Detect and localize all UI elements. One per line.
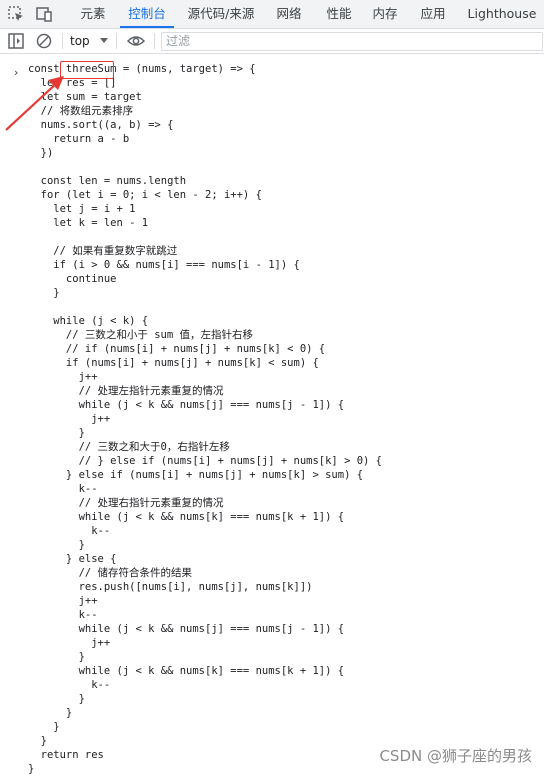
code-line: res.push([nums[i], nums[j], nums[k]]) [28,581,313,593]
code-line: } [28,539,85,551]
code-line: while (j < k && nums[j] === nums[j - 1])… [28,623,345,635]
filter-box [161,32,543,51]
code-line: } [28,721,60,733]
filter-input[interactable] [162,33,536,49]
code-line: // 处理左指针元素重复的情况 [28,385,224,397]
devtools-tabbar: 元素 控制台 源代码/来源 网络 性能 内存 应用 Lighthouse [0,0,544,29]
code-line: while (j < k) { [28,315,149,327]
code-line: j++ [28,413,111,425]
tab-application[interactable]: 应用 [412,0,454,28]
code-line: return res [28,749,104,761]
code-line: k-- [28,679,111,691]
code-line: } [28,763,35,775]
code-line: for (let i = 0; i < len - 2; i++) { [28,189,262,201]
code-line: continue [28,273,117,285]
code-line: // 处理右指针元素重复的情况 [28,497,224,509]
tab-memory[interactable]: 内存 [364,0,406,28]
code-line: j++ [28,595,98,607]
code-line: // if (nums[i] + nums[j] + nums[k] < 0) … [28,343,326,355]
code-line: } [28,693,85,705]
tab-sources[interactable]: 源代码/来源 [180,0,262,28]
device-toggle-icon[interactable] [34,4,54,24]
code-line: // 储存符合条件的结果 [28,567,193,579]
tab-lighthouse[interactable]: Lighthouse [462,0,542,28]
code-line: const len = nums.length [28,175,187,187]
code-line: k-- [28,609,98,621]
code-line: } [28,287,60,299]
eye-icon[interactable] [126,31,146,51]
code-line: while (j < k && nums[k] === nums[k + 1])… [28,511,345,523]
annotation-arrow-icon [5,76,64,131]
context-selector[interactable]: top [70,32,90,50]
tab-network[interactable]: 网络 [268,0,310,28]
code-line: while (j < k && nums[j] === nums[j - 1])… [28,399,345,411]
sidebar-toggle-icon[interactable] [6,31,26,51]
code-line: k-- [28,483,98,495]
code-line: // 三数之和大于0，右指针左移 [28,441,230,453]
code-line: }) [28,147,54,159]
code-line: } [28,427,85,439]
code-line: if (i > 0 && nums[i] === nums[i - 1]) { [28,259,300,271]
clear-console-icon[interactable] [34,31,54,51]
toolbar-divider [116,33,117,49]
chevron-down-icon [100,38,108,43]
code-line: } [28,651,85,663]
toolbar-divider [154,33,155,49]
tab-elements[interactable]: 元素 [68,0,118,28]
code-line: j++ [28,371,98,383]
code-line: // 三数之和小于 sum 值，左指针右移 [28,329,254,341]
code-line: k-- [28,525,111,537]
code-line: while (j < k && nums[k] === nums[k + 1])… [28,665,345,677]
watermark: CSDN @狮子座的男孩 [379,747,532,765]
console-toolbar: top [0,29,544,54]
console-output: › const threeSum = (nums, target) => { l… [0,56,544,775]
code-line: } else if (nums[i] + nums[j] + nums[k] >… [28,469,364,481]
tab-performance[interactable]: 性能 [318,0,360,28]
code-line: j++ [28,637,111,649]
code-line: // } else if (nums[i] + nums[j] + nums[k… [28,455,383,467]
inspect-element-icon[interactable] [6,4,26,24]
code-line: let k = len - 1 [28,217,149,229]
toolbar-divider [62,33,63,49]
tab-console[interactable]: 控制台 [120,0,174,28]
code-line: } [28,735,47,747]
code-line: } [28,707,73,719]
code-line: let j = i + 1 [28,203,136,215]
code-line: // 如果有重复数字就跳过 [28,245,178,257]
code-line: } else { [28,553,117,565]
code-line: if (nums[i] + nums[j] + nums[k] < sum) { [28,357,319,369]
